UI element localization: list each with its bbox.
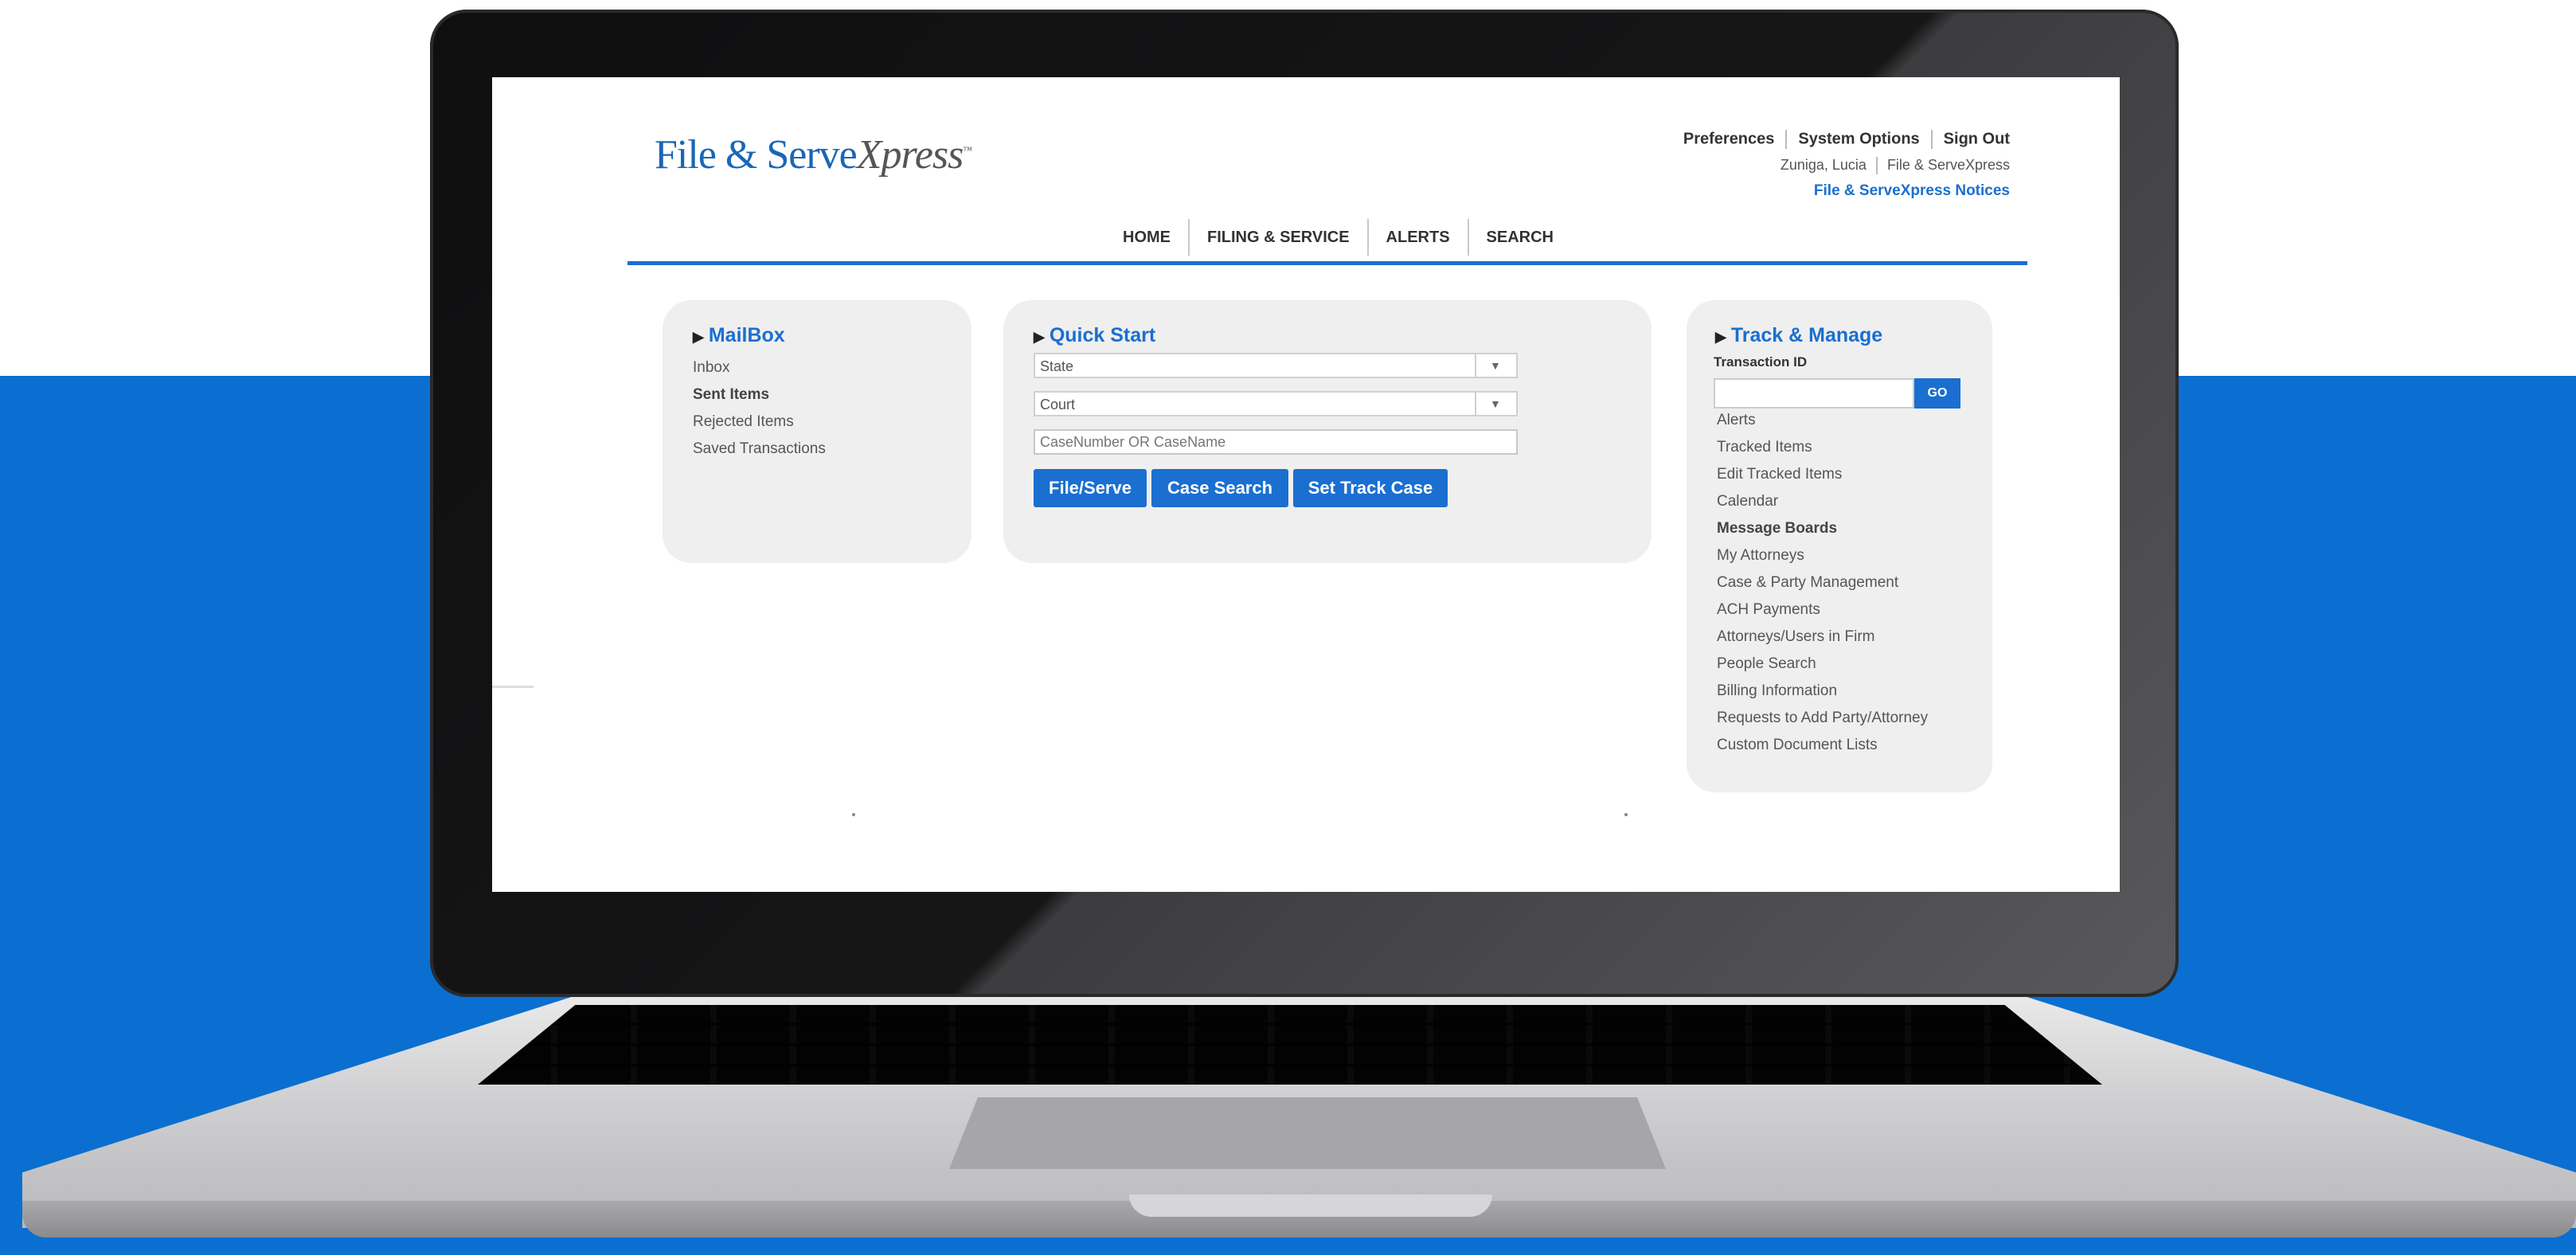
track-message-boards[interactable]: Message Boards: [1717, 520, 1837, 538]
logo-text: File & Serve: [655, 132, 858, 178]
sign-out-link[interactable]: Sign Out: [1944, 130, 2010, 147]
mailbox-rejected-items[interactable]: Rejected Items: [693, 413, 794, 431]
mailbox-title[interactable]: ▶ MailBox: [693, 324, 785, 347]
dot: [852, 813, 855, 816]
track-my-attorneys[interactable]: My Attorneys: [1717, 547, 1804, 565]
dropdown-button[interactable]: ▼: [1475, 393, 1516, 415]
laptop-keyboard: [478, 1005, 2102, 1085]
court-select-value: Court: [1040, 397, 1076, 412]
track-alerts[interactable]: Alerts: [1717, 412, 1756, 429]
nav-alerts[interactable]: ALERTS: [1366, 219, 1468, 256]
system-options-link[interactable]: System Options: [1798, 130, 1919, 147]
track-custom-document-lists[interactable]: Custom Document Lists: [1717, 737, 1878, 754]
track-calendar[interactable]: Calendar: [1717, 493, 1778, 510]
track-tracked-items[interactable]: Tracked Items: [1717, 439, 1812, 456]
track-billing-information[interactable]: Billing Information: [1717, 682, 1837, 700]
divider: [1930, 130, 1933, 149]
court-select[interactable]: Court ▼: [1034, 391, 1518, 416]
expand-triangle-icon: ▶: [1034, 329, 1045, 345]
expand-triangle-icon: ▶: [693, 329, 704, 345]
app-logo[interactable]: File & ServeXpress™: [655, 131, 972, 178]
nav-home[interactable]: HOME: [1105, 219, 1188, 256]
laptop-trackpad: [949, 1097, 1666, 1169]
track-edit-tracked-items[interactable]: Edit Tracked Items: [1717, 466, 1842, 483]
set-track-case-button[interactable]: Set Track Case: [1293, 469, 1448, 507]
go-button[interactable]: GO: [1914, 378, 1960, 409]
mailbox-saved-transactions[interactable]: Saved Transactions: [693, 440, 826, 458]
user-name: Zuniga, Lucia: [1780, 157, 1867, 173]
track-manage-panel: ▶ Track & Manage Transaction ID GO Alerts…: [1687, 300, 1992, 792]
quick-start-title[interactable]: ▶ Quick Start: [1034, 324, 1155, 347]
mailbox-sent-items[interactable]: Sent Items: [693, 386, 769, 404]
mailbox-panel: ▶ MailBox Inbox Sent Items Rejected Items…: [663, 300, 971, 563]
state-select[interactable]: State ▼: [1034, 353, 1518, 378]
nav-underline: [627, 261, 2027, 265]
logo-xpress: Xpress: [856, 132, 964, 178]
case-search-input[interactable]: [1034, 429, 1518, 455]
transaction-id-input[interactable]: [1714, 378, 1914, 409]
expand-triangle-icon: ▶: [1715, 329, 1726, 345]
track-people-search[interactable]: People Search: [1717, 655, 1816, 673]
state-select-value: State: [1040, 358, 1074, 374]
dot: [1624, 813, 1628, 816]
divider: [492, 686, 534, 688]
nav-filing-service[interactable]: FILING & SERVICE: [1188, 219, 1367, 256]
quick-start-panel: ▶Quick Start State ▼ Court ▼ File/Serve …: [1003, 300, 1652, 563]
user-info: Zuniga, Lucia File & ServeXpress: [1780, 157, 2010, 175]
file-serve-button[interactable]: File/Serve: [1034, 469, 1147, 507]
chevron-down-icon: ▼: [1490, 397, 1501, 410]
notices-link[interactable]: File & ServeXpress Notices: [1814, 182, 2010, 200]
preferences-link[interactable]: Preferences: [1683, 130, 1775, 147]
main-nav: HOME FILING & SERVICE ALERTS SEARCH: [1105, 219, 1571, 256]
chevron-down-icon: ▼: [1490, 359, 1501, 372]
track-manage-title[interactable]: ▶ Track & Manage: [1715, 324, 1882, 347]
case-search-button[interactable]: Case Search: [1151, 469, 1288, 507]
laptop-screen: File & ServeXpress™ Preferences System Op…: [492, 77, 2120, 892]
nav-search[interactable]: SEARCH: [1467, 219, 1571, 256]
top-nav: Preferences System Options Sign Out: [1683, 130, 2010, 149]
mailbox-inbox[interactable]: Inbox: [693, 359, 729, 377]
track-attorneys-users[interactable]: Attorneys/Users in Firm: [1717, 628, 1874, 646]
divider: [1785, 130, 1788, 149]
laptop-notch: [1129, 1194, 1492, 1217]
dropdown-button[interactable]: ▼: [1475, 354, 1516, 377]
user-org: File & ServeXpress: [1886, 157, 2010, 173]
logo-tm: ™: [963, 144, 972, 156]
track-requests-add-party[interactable]: Requests to Add Party/Attorney: [1717, 710, 1928, 727]
transaction-id-label: Transaction ID: [1714, 354, 1808, 369]
track-case-party-management[interactable]: Case & Party Management: [1717, 574, 1898, 592]
divider: [1875, 157, 1878, 175]
track-ach-payments[interactable]: ACH Payments: [1717, 601, 1820, 619]
